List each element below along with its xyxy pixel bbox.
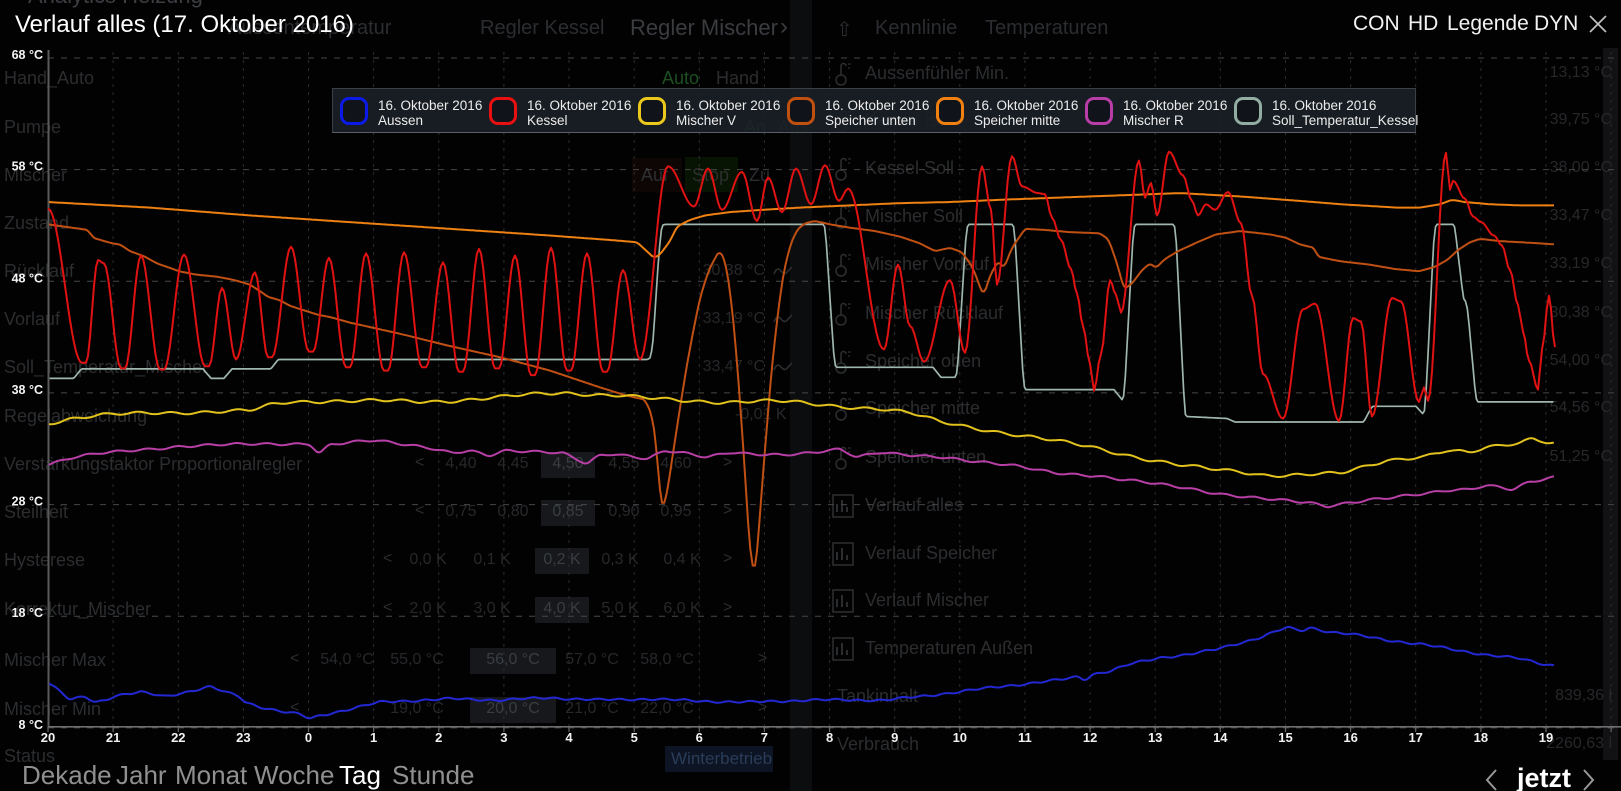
svg-text:17: 17	[1408, 730, 1422, 745]
svg-text:15: 15	[1278, 730, 1292, 745]
svg-text:48 °C: 48 °C	[12, 271, 43, 285]
svg-text:11: 11	[1018, 730, 1032, 745]
svg-text:10: 10	[953, 730, 967, 745]
svg-text:20: 20	[41, 730, 55, 745]
svg-text:1: 1	[370, 730, 377, 745]
svg-text:2: 2	[435, 730, 442, 745]
svg-text:6: 6	[696, 730, 703, 745]
svg-text:8: 8	[826, 730, 833, 745]
svg-text:22: 22	[171, 730, 185, 745]
svg-text:8 °C: 8 °C	[19, 718, 43, 732]
svg-text:13: 13	[1148, 730, 1162, 745]
svg-text:0: 0	[305, 730, 312, 745]
svg-text:21: 21	[106, 730, 120, 745]
svg-text:16: 16	[1343, 730, 1357, 745]
svg-text:7: 7	[761, 730, 768, 745]
svg-text:3: 3	[500, 730, 507, 745]
svg-text:28 °C: 28 °C	[12, 495, 43, 509]
svg-text:58 °C: 58 °C	[12, 160, 43, 174]
svg-text:14: 14	[1213, 730, 1228, 745]
svg-text:68 °C: 68 °C	[12, 48, 43, 62]
svg-text:18: 18	[1474, 730, 1488, 745]
svg-text:38 °C: 38 °C	[12, 383, 43, 397]
svg-text:4: 4	[565, 730, 573, 745]
svg-text:18 °C: 18 °C	[12, 606, 43, 620]
svg-text:19: 19	[1539, 730, 1553, 745]
svg-text:9: 9	[891, 730, 898, 745]
svg-text:5: 5	[631, 730, 638, 745]
svg-text:23: 23	[236, 730, 250, 745]
svg-text:12: 12	[1083, 730, 1097, 745]
